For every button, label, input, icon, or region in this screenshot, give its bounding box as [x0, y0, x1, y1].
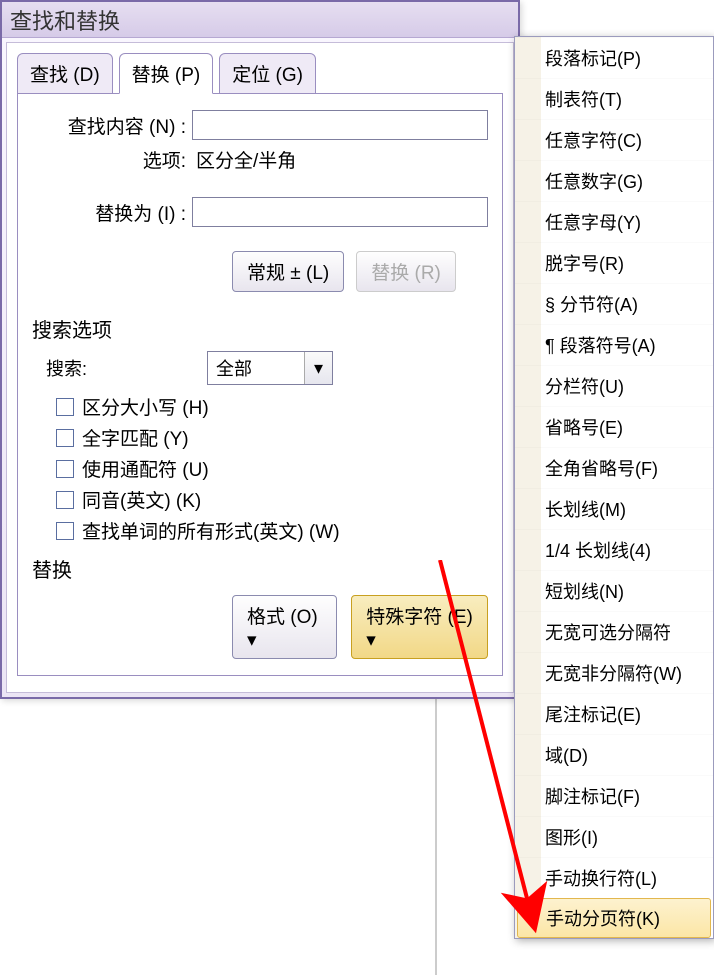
- dialog-body: 查找 (D) 替换 (P) 定位 (G) 查找内容 (N) : 选项: 区分全/…: [6, 42, 514, 693]
- menu-item[interactable]: 脚注标记(F): [515, 775, 713, 816]
- find-replace-dialog: 查找和替换 查找 (D) 替换 (P) 定位 (G) 查找内容 (N) : 选项…: [0, 0, 520, 699]
- replace-with-label: 替换为 (I) :: [32, 199, 192, 226]
- chk-matchcase-label: 区分大小写 (H): [82, 393, 209, 420]
- menu-item[interactable]: 尾注标记(E): [515, 693, 713, 734]
- search-options-title: 搜索选项: [32, 314, 488, 343]
- menu-item[interactable]: 全角省略号(F): [515, 447, 713, 488]
- menu-item[interactable]: ¶ 段落符号(A): [515, 324, 713, 365]
- tab-panel-replace: 查找内容 (N) : 选项: 区分全/半角 替换为 (I) : 常规 ± (L)…: [17, 93, 503, 676]
- menu-item[interactable]: 任意字符(C): [515, 119, 713, 160]
- checkbox-matchcase[interactable]: [56, 398, 74, 416]
- special-characters-button[interactable]: 特殊字符 (E) ▾: [351, 595, 488, 659]
- options-value: 区分全/半角: [192, 146, 296, 173]
- menu-item[interactable]: 长划线(M): [515, 488, 713, 529]
- checkbox-wordforms[interactable]: [56, 522, 74, 540]
- chk-wordforms-label: 查找单词的所有形式(英文) (W): [82, 517, 340, 544]
- search-scope-label: 搜索:: [46, 355, 87, 381]
- menu-item[interactable]: 域(D): [515, 734, 713, 775]
- menu-item[interactable]: 任意数字(G): [515, 160, 713, 201]
- menu-item[interactable]: 省略号(E): [515, 406, 713, 447]
- checkbox-soundslike[interactable]: [56, 491, 74, 509]
- checkbox-wholeword[interactable]: [56, 429, 74, 447]
- menu-item[interactable]: 段落标记(P): [515, 37, 713, 78]
- options-label: 选项:: [32, 146, 192, 173]
- menu-item[interactable]: 任意字母(Y): [515, 201, 713, 242]
- dialog-title: 查找和替换: [10, 4, 120, 36]
- find-what-label: 查找内容 (N) :: [32, 112, 192, 139]
- find-what-input[interactable]: [192, 110, 488, 140]
- menu-item[interactable]: 手动换行符(L): [515, 857, 713, 898]
- format-button[interactable]: 格式 (O) ▾: [232, 595, 337, 659]
- replace-section-title: 替换: [32, 554, 488, 583]
- menu-item[interactable]: 分栏符(U): [515, 365, 713, 406]
- menu-item[interactable]: 图形(I): [515, 816, 713, 857]
- chk-soundslike-label: 同音(英文) (K): [82, 486, 201, 513]
- chk-wildcards-label: 使用通配符 (U): [82, 455, 209, 482]
- normal-button[interactable]: 常规 ± (L): [232, 251, 344, 292]
- menu-item[interactable]: 无宽可选分隔符: [515, 611, 713, 652]
- tab-replace[interactable]: 替换 (P): [119, 53, 214, 94]
- tab-find[interactable]: 查找 (D): [17, 53, 113, 94]
- checkbox-wildcards[interactable]: [56, 460, 74, 478]
- tabstrip: 查找 (D) 替换 (P) 定位 (G): [17, 53, 503, 94]
- special-characters-menu: 段落标记(P)制表符(T)任意字符(C)任意数字(G)任意字母(Y)脱字号(R)…: [514, 36, 714, 939]
- dialog-titlebar[interactable]: 查找和替换: [2, 2, 518, 38]
- menu-item[interactable]: 脱字号(R): [515, 242, 713, 283]
- menu-item[interactable]: 1/4 长划线(4): [515, 529, 713, 570]
- menu-item[interactable]: 短划线(N): [515, 570, 713, 611]
- replace-with-input[interactable]: [192, 197, 488, 227]
- menu-item[interactable]: 无宽非分隔符(W): [515, 652, 713, 693]
- search-scope-value: 全部: [216, 355, 252, 381]
- chk-wholeword-label: 全字匹配 (Y): [82, 424, 189, 451]
- search-scope-select[interactable]: 全部 ▾: [207, 351, 333, 385]
- chevron-down-icon: ▾: [304, 352, 332, 384]
- menu-item[interactable]: § 分节符(A): [515, 283, 713, 324]
- menu-item[interactable]: 手动分页符(K): [517, 898, 711, 938]
- menu-item[interactable]: 制表符(T): [515, 78, 713, 119]
- tab-goto[interactable]: 定位 (G): [219, 53, 316, 94]
- replace-button: 替换 (R): [356, 251, 456, 292]
